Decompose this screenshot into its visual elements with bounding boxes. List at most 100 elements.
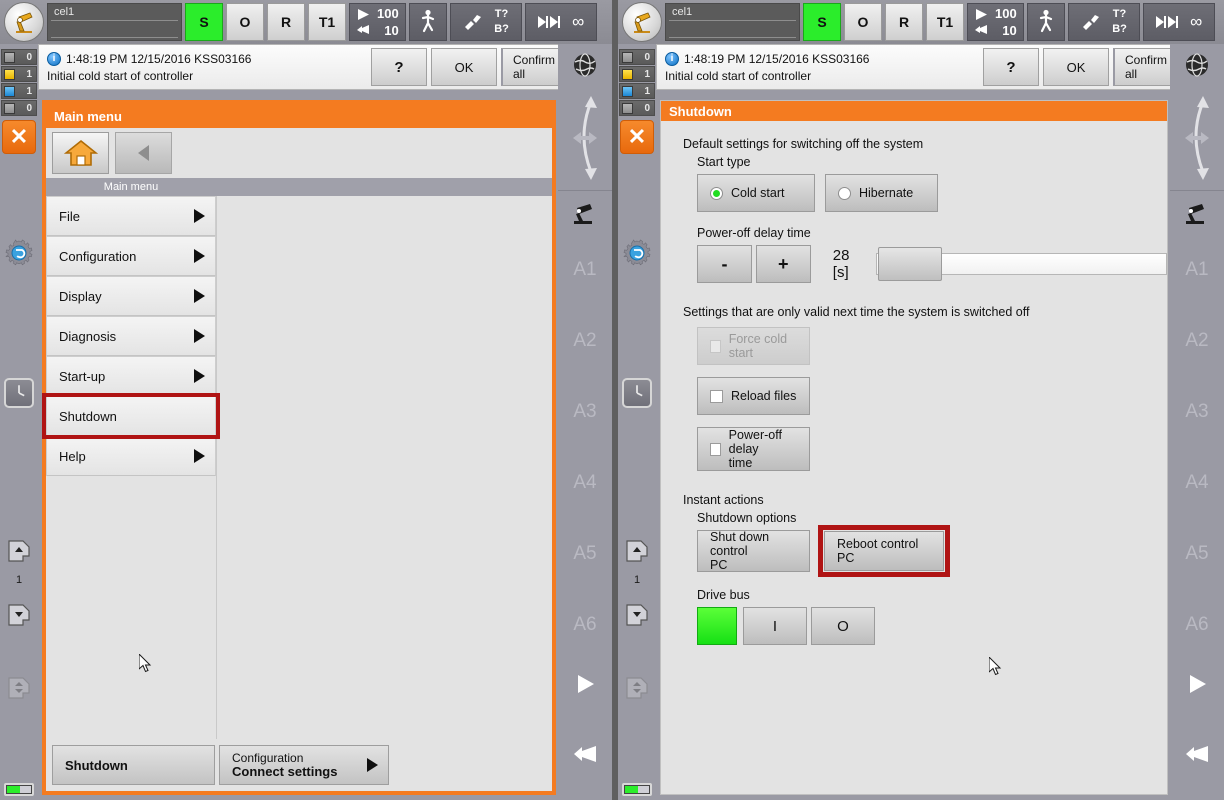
settings-gear-icon[interactable] <box>618 234 656 272</box>
kinematic-icon[interactable] <box>1170 194 1224 234</box>
status-counter-warning[interactable]: 1 <box>619 66 655 82</box>
axis-label-a6[interactable]: A6 <box>558 614 612 636</box>
increment-button[interactable]: ∞ <box>1142 3 1215 41</box>
increase-delay-button[interactable]: + <box>755 245 811 283</box>
axis-label-a2[interactable]: A2 <box>1170 330 1224 352</box>
decrease-delay-button[interactable]: - <box>697 245 753 283</box>
operating-mode-button[interactable]: T1 <box>926 3 964 41</box>
menu-item-help[interactable]: Help <box>46 436 216 476</box>
robot-logo-button[interactable] <box>4 2 44 42</box>
axis-label-a5[interactable]: A5 <box>1170 543 1224 565</box>
save-program-icon[interactable] <box>0 596 38 634</box>
hibernate-option[interactable]: Hibernate <box>825 174 938 212</box>
reload-files-checkbox[interactable]: Reload files <box>697 377 810 415</box>
help-button[interactable]: ? <box>371 48 427 86</box>
override-button[interactable]: 100 10 <box>967 3 1024 41</box>
axis-label-a3[interactable]: A3 <box>1170 401 1224 423</box>
help-button[interactable]: ? <box>983 48 1039 86</box>
file-down-glyph <box>626 604 648 626</box>
slider-thumb[interactable] <box>878 247 943 281</box>
status-counter-ack[interactable]: 0 <box>1 49 37 65</box>
axis-label-a4[interactable]: A4 <box>558 472 612 494</box>
clock-icon[interactable] <box>0 374 38 412</box>
axis-label-a4[interactable]: A4 <box>1170 472 1224 494</box>
home-button[interactable] <box>52 132 109 174</box>
operating-mode-button[interactable]: T1 <box>308 3 346 41</box>
axis-label-a1[interactable]: A1 <box>558 259 612 281</box>
menu-item-shutdown[interactable]: Shutdown <box>42 393 220 439</box>
menu-item-start-up[interactable]: Start-up <box>46 356 216 396</box>
delay-slider[interactable] <box>876 247 1167 281</box>
warning-icon <box>622 68 633 80</box>
override-button[interactable]: 100 10 <box>349 3 406 41</box>
hand-jog-icon[interactable] <box>558 734 612 774</box>
increment-button[interactable]: ∞ <box>524 3 597 41</box>
status-counter-ack[interactable]: 0 <box>619 49 655 65</box>
robot-name-fields-right[interactable]: cel1 <box>665 3 800 41</box>
status-counter-info[interactable]: 1 <box>1 83 37 99</box>
status-button-r[interactable]: R <box>885 3 923 41</box>
menu-item-display[interactable]: Display <box>46 276 216 316</box>
drive-bus-off-button[interactable]: O <box>811 607 875 645</box>
status-button-s[interactable]: S <box>185 3 223 41</box>
tool-base-button[interactable]: T? B? <box>449 3 522 41</box>
robot-logo-button-right[interactable] <box>622 2 662 42</box>
globe-glyph <box>574 53 596 77</box>
wait-count: 0 <box>26 102 32 114</box>
hand-jog-icon[interactable] <box>1170 734 1224 774</box>
axis-label-a3[interactable]: A3 <box>558 401 612 423</box>
force-cold-start-label: Force cold start <box>728 332 788 360</box>
status-counter-wait[interactable]: 0 <box>619 100 655 116</box>
navigation-arrows-icon[interactable] <box>558 88 612 188</box>
menu-item-configuration[interactable]: Configuration <box>46 236 216 276</box>
ok-button[interactable]: OK <box>1043 48 1109 86</box>
shut-down-control-pc-button[interactable]: Shut down control PC <box>697 530 810 572</box>
menu-item-diagnosis[interactable]: Diagnosis <box>46 316 216 356</box>
status-button-o[interactable]: O <box>226 3 264 41</box>
kinematic-icon[interactable] <box>558 194 612 234</box>
globe-icon[interactable] <box>1170 44 1224 86</box>
robot-name-fields[interactable]: cel1 <box>47 3 182 41</box>
back-button[interactable] <box>115 132 172 174</box>
cold-start-option[interactable]: Cold start <box>697 174 815 212</box>
status-counter-info[interactable]: 1 <box>619 83 655 99</box>
chevron-right-icon <box>194 209 205 223</box>
jog-mode-button[interactable] <box>408 3 447 41</box>
jog-mode-button[interactable] <box>1026 3 1065 41</box>
status-bar-right: cel1 S O R T1 100 10 T? B? ∞ <box>618 0 1224 44</box>
reboot-control-pc-button[interactable]: Reboot control PC <box>824 531 944 571</box>
axis-label-a6[interactable]: A6 <box>1170 614 1224 636</box>
recent-item-shutdown[interactable]: Shutdown <box>52 745 215 785</box>
status-button-o[interactable]: O <box>844 3 882 41</box>
status-counter-wait[interactable]: 0 <box>1 100 37 116</box>
status-counter-warning[interactable]: 1 <box>1 66 37 82</box>
power-off-delay-checkbox[interactable]: Power-off delay time <box>697 427 810 471</box>
save-program-icon[interactable] <box>618 596 656 634</box>
axis-label-a1[interactable]: A1 <box>1170 259 1224 281</box>
message-text-area[interactable]: i 1:48:19 PM 12/15/2016 KSS03166 Initial… <box>657 45 979 89</box>
clock-icon[interactable] <box>618 374 656 412</box>
settings-gear-icon[interactable] <box>0 234 38 272</box>
status-button-r[interactable]: R <box>267 3 305 41</box>
tool-base-button[interactable]: T? B? <box>1067 3 1140 41</box>
close-icon[interactable]: ✕ <box>2 120 36 154</box>
message-text-area[interactable]: i 1:48:19 PM 12/15/2016 KSS03166 Initial… <box>39 45 367 89</box>
load-program-icon[interactable] <box>618 532 656 570</box>
play-icon[interactable] <box>558 664 612 704</box>
globe-icon[interactable] <box>558 44 612 86</box>
close-icon[interactable]: ✕ <box>620 120 654 154</box>
axis-label-a5[interactable]: A5 <box>558 543 612 565</box>
play-icon[interactable] <box>1170 664 1224 704</box>
navigation-arrows-icon[interactable] <box>1170 88 1224 188</box>
recent-item-line1: Configuration <box>232 751 304 765</box>
status-button-s[interactable]: S <box>803 3 841 41</box>
play-glyph <box>1190 675 1206 693</box>
ok-button[interactable]: OK <box>431 48 497 86</box>
drive-bus-on-button[interactable]: I <box>743 607 807 645</box>
jog-override-value: 10 <box>384 23 399 38</box>
chevron-right-icon <box>194 449 205 463</box>
menu-item-file[interactable]: File <box>46 196 216 236</box>
recent-item-connect-settings[interactable]: Configuration Connect settings <box>219 745 389 785</box>
load-program-icon[interactable] <box>0 532 38 570</box>
axis-label-a2[interactable]: A2 <box>558 330 612 352</box>
